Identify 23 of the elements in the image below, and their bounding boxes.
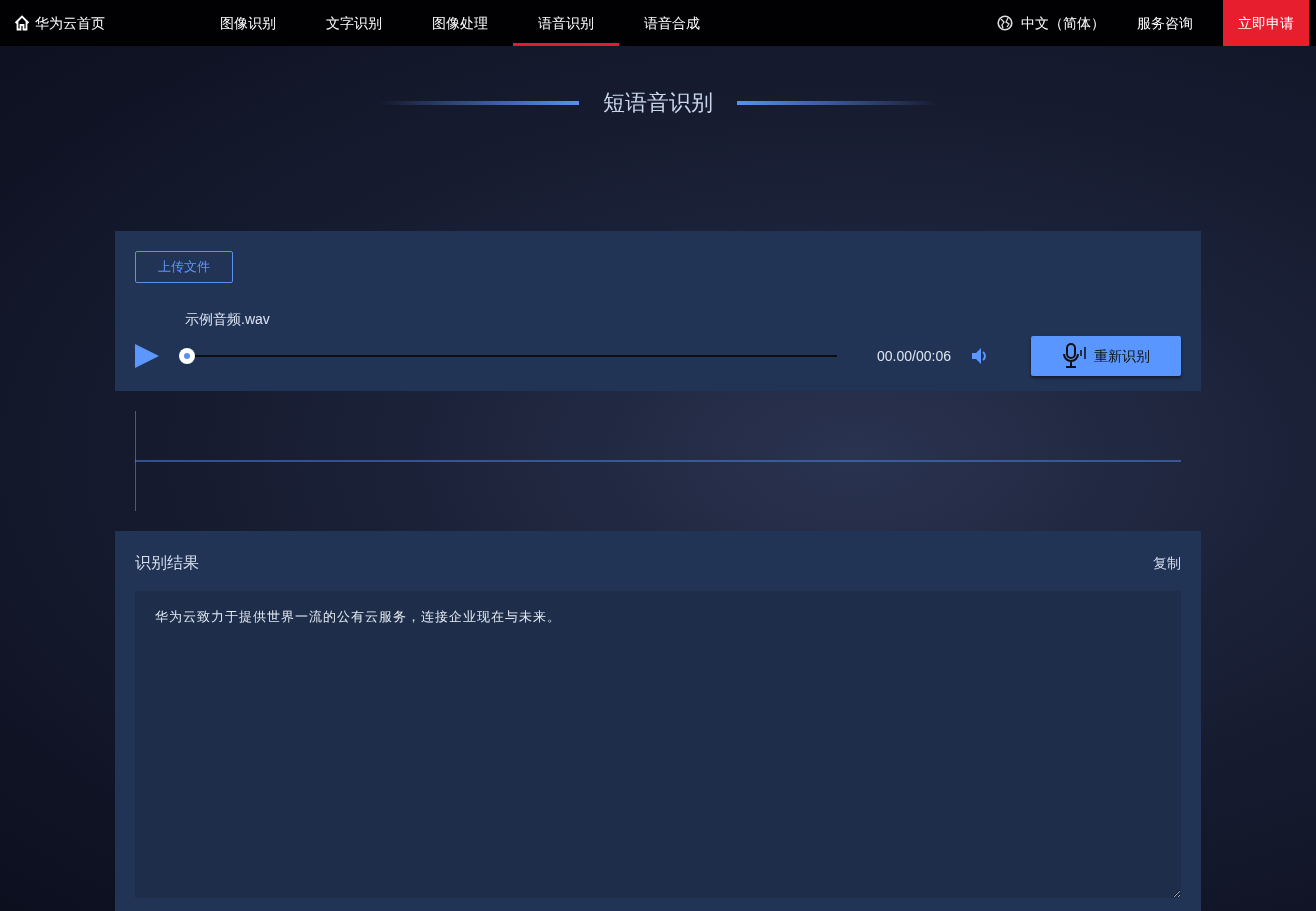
globe-icon [997,15,1013,31]
file-name: 示例音频.wav [185,310,271,329]
copy-link[interactable]: 复制 [1153,552,1181,574]
home-icon [14,15,30,31]
microphone-icon [1062,343,1088,369]
upload-file-button[interactable]: 上传文件 [135,251,233,283]
service-consult-link[interactable]: 服务咨询 [1137,0,1193,46]
nav-tab[interactable]: 图像处理 [407,0,513,46]
result-title: 识别结果 [135,553,199,573]
language-selector[interactable]: 中文（简体） [997,0,1105,46]
result-text-area[interactable]: 华为云致力于提供世界一流的公有云服务，连接企业现在与未来。 [135,591,1181,898]
nav-tab[interactable]: 语音合成 [619,0,725,46]
apply-now-button[interactable]: 立即申请 [1223,0,1309,46]
volume-icon[interactable] [970,347,989,365]
home-link[interactable]: 华为云首页 [0,0,195,46]
playback-time: 00.00/00:06 [877,346,951,366]
progress-thumb[interactable] [179,348,195,364]
nav-tab[interactable]: 语音识别 [513,0,619,46]
nav-tab[interactable]: 图像识别 [195,0,301,46]
play-icon[interactable] [135,344,159,368]
page-title: 短语音识别 [603,89,713,117]
nav-tab[interactable]: 文字识别 [301,0,407,46]
re-recognize-button[interactable]: 重新识别 [1031,336,1181,376]
